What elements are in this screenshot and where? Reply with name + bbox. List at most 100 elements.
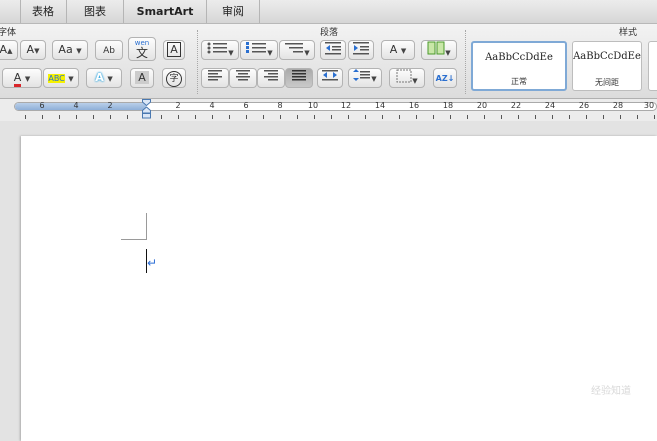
ruler-tick	[263, 115, 264, 119]
ruler-tick	[229, 115, 230, 119]
ruler-number: 16	[408, 101, 420, 110]
borders-icon	[396, 69, 412, 83]
text-direction-button[interactable]: A ▼	[381, 40, 415, 60]
tab-chart[interactable]: 图表	[67, 0, 124, 23]
ruler-tick	[297, 115, 298, 119]
ruler-tick	[161, 115, 162, 119]
highlight-button[interactable]: ABC ▼	[43, 68, 79, 88]
ruler-tick	[110, 115, 111, 119]
shrink-font-icon: A	[26, 43, 35, 56]
align-right-icon	[264, 70, 278, 81]
grow-font-icon: A	[0, 43, 8, 56]
justify-button[interactable]	[285, 68, 313, 88]
decrease-indent-icon	[325, 42, 341, 55]
shrink-font-button[interactable]: A▼	[20, 40, 46, 60]
style-next-partial[interactable]	[648, 41, 657, 91]
paragraph-group-title: 段落	[320, 28, 339, 38]
grow-font-button[interactable]: A▲	[0, 40, 18, 60]
multilevel-list-icon	[285, 43, 304, 53]
ruler-tick	[518, 115, 519, 119]
clear-format-button[interactable]: Ab	[95, 40, 123, 60]
tab-table[interactable]: 表格	[20, 0, 67, 23]
char-border-icon: A	[167, 42, 181, 57]
ruler-tick	[467, 115, 468, 119]
tab-smartart[interactable]: SmartArt	[124, 0, 207, 23]
ruler-number: 18	[442, 101, 454, 110]
align-center-button[interactable]	[229, 68, 257, 88]
watermark: 经验知道	[591, 386, 631, 397]
borders-button[interactable]: ▼	[389, 68, 425, 88]
text-effect-icon: A	[95, 71, 104, 84]
line-spacing-button[interactable]: ▼	[348, 68, 382, 88]
styles-group-title: 样式	[619, 28, 638, 38]
ruler-tick	[42, 115, 43, 119]
align-right-button[interactable]	[257, 68, 285, 88]
ruler-tick	[620, 115, 621, 119]
sort-button[interactable]: AZ↓	[433, 68, 457, 88]
font-color-button[interactable]: A ▼	[2, 68, 42, 88]
ruler-number: 6	[243, 101, 249, 110]
columns-button[interactable]: ▼	[421, 40, 457, 60]
tab-review[interactable]: 审阅	[207, 0, 260, 23]
text-effect-button[interactable]: A ▼	[86, 68, 122, 88]
ruler-tick	[195, 115, 196, 119]
multilevel-list-button[interactable]: ▼	[279, 40, 315, 60]
char-shading-icon: A	[135, 71, 149, 84]
align-left-icon	[208, 70, 222, 81]
style-normal-sample: AaBbCcDdEe	[485, 52, 553, 63]
ruler-number: 30	[643, 101, 655, 110]
align-center-icon	[236, 70, 250, 81]
style-no-spacing[interactable]: AaBbCcDdEe 无间距	[572, 41, 642, 91]
font-group-title: 字体	[0, 28, 17, 38]
style-normal[interactable]: AaBbCcDdEe 正常	[471, 41, 567, 91]
indent-marker-icon[interactable]	[142, 99, 151, 119]
ruler-number: 12	[340, 101, 352, 110]
enclose-char-button[interactable]: 字	[162, 68, 186, 88]
change-case-icon: Aa	[58, 43, 73, 56]
ruler-number: 4	[73, 101, 79, 110]
ruler-number: 4	[209, 101, 215, 110]
ruler-tick	[59, 115, 60, 119]
margin-crop-mark	[146, 213, 147, 240]
ruler-tick	[569, 115, 570, 119]
ruler-tick	[76, 115, 77, 119]
ruler-tick	[178, 115, 179, 119]
line-spacing-icon	[353, 69, 371, 81]
style-normal-name: 正常	[511, 77, 527, 86]
decrease-indent-button[interactable]	[320, 40, 346, 60]
char-shading-button[interactable]: A	[130, 68, 154, 88]
ruler-tick	[93, 115, 94, 119]
char-border-button[interactable]: A	[163, 40, 185, 60]
font-color-icon: A	[13, 71, 22, 87]
increase-indent-button[interactable]	[348, 40, 374, 60]
ruler-tick	[365, 115, 366, 119]
numbering-button[interactable]: ▼	[240, 40, 278, 60]
ruler-tick	[450, 115, 451, 119]
ruler-number: 6	[39, 101, 45, 110]
group-divider	[465, 30, 466, 94]
change-case-button[interactable]: Aa ▼	[52, 40, 88, 60]
ruler-number: 26	[578, 101, 590, 110]
ruler-tick	[348, 115, 349, 119]
columns-icon	[427, 41, 445, 55]
align-left-button[interactable]	[201, 68, 229, 88]
enclose-char-icon: 字	[166, 71, 182, 87]
ruler-number: 28	[612, 101, 624, 110]
phonetic-guide-button[interactable]: wen 文	[128, 37, 156, 61]
ruler-tick	[127, 115, 128, 119]
tab-partial[interactable]	[0, 0, 21, 23]
ribbon: 字体 段落 样式 A▲ A▼ Aa ▼ Ab wen 文 A A ▼ ABC ▼…	[0, 24, 657, 99]
numbered-list-icon	[246, 42, 267, 53]
ruler-tick	[25, 115, 26, 119]
paragraph-mark-icon: ↵	[147, 256, 158, 270]
document-page[interactable]	[21, 136, 657, 441]
ruler-tick	[535, 115, 536, 119]
justify-icon	[292, 70, 306, 81]
group-divider	[197, 30, 198, 94]
eraser-icon: Ab	[103, 46, 115, 56]
distribute-button[interactable]	[317, 68, 343, 88]
ruler-number: 10	[307, 101, 319, 110]
bullets-button[interactable]: ▼	[201, 40, 239, 60]
bullet-list-icon	[207, 42, 228, 54]
ruler-number: 2	[175, 101, 181, 110]
